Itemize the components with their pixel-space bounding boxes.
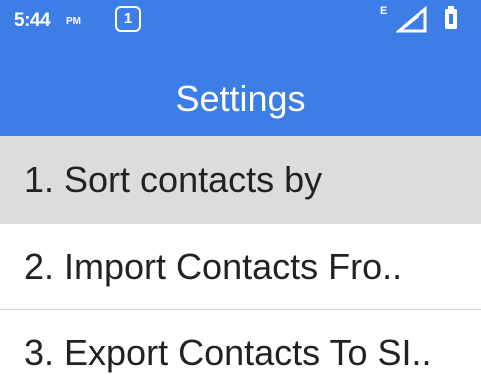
network-type-label: E [380, 5, 388, 17]
signal-icon [396, 6, 427, 33]
page-title: Settings [175, 78, 306, 119]
battery-icon [445, 6, 457, 29]
menu-item-sort-contacts[interactable]: 1. Sort contacts by [0, 136, 481, 224]
app-header: 5:44 PM 1 E Settings [0, 0, 481, 136]
menu-item-export-contacts[interactable]: 3. Export Contacts To SI.. [0, 310, 481, 389]
sim-slot-indicator: 1 [115, 6, 141, 32]
settings-menu: 1. Sort contacts by 2. Import Contacts F… [0, 136, 481, 389]
status-time: 5:44 [14, 10, 51, 31]
menu-item-import-contacts[interactable]: 2. Import Contacts Fro.. [0, 224, 481, 309]
settings-screen: 5:44 PM 1 E Settings 1. Sort contacts by… [0, 0, 481, 389]
status-ampm: PM [66, 16, 81, 27]
status-bar: 5:44 PM 1 E [0, 0, 481, 40]
